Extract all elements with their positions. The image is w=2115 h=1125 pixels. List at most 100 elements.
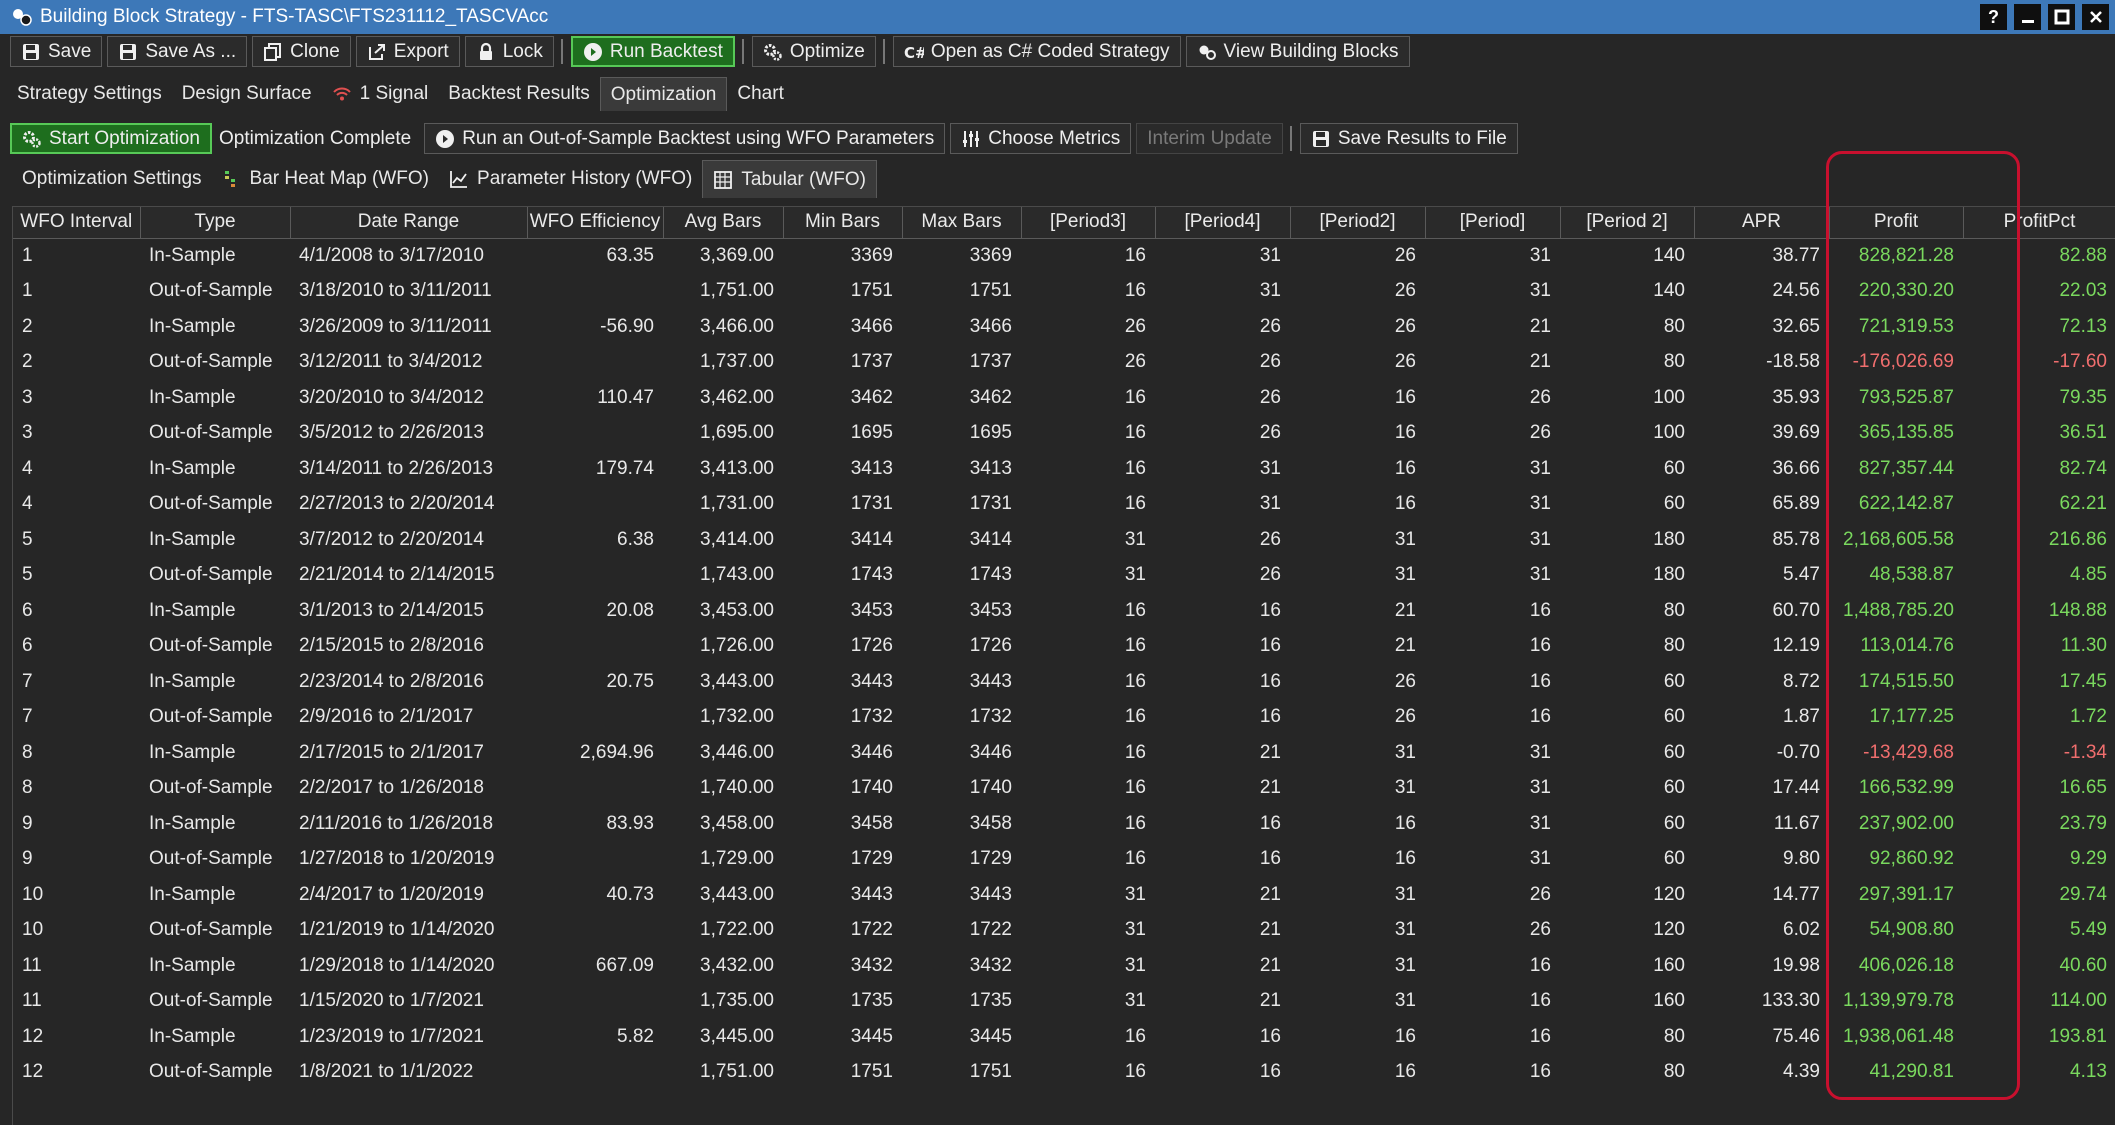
- cell-apr: 4.39: [1783, 1061, 1820, 1083]
- column-header-period3[interactable]: [Period3]: [1021, 207, 1156, 239]
- tab-backtest-results[interactable]: Backtest Results: [438, 77, 600, 111]
- cell-avg-bars: 1,732.00: [700, 706, 774, 728]
- column-header-min-bars[interactable]: Min Bars: [783, 207, 903, 239]
- column-header-period[interactable]: [Period]: [1425, 207, 1561, 239]
- cell-profitpct: 79.35: [2059, 386, 2107, 408]
- tab-optimization[interactable]: Optimization: [599, 77, 728, 111]
- run-backtest-button[interactable]: Run Backtest: [570, 36, 735, 67]
- table-row[interactable]: 4 Out-of-Sample 2/27/2013 to 2/20/2014 1,73…: [13, 487, 2115, 523]
- help-button[interactable]: ?: [1980, 4, 2007, 30]
- table-row[interactable]: 6 Out-of-Sample 2/15/2015 to 2/8/2016 1,726…: [13, 629, 2115, 665]
- tab-optimization-settings[interactable]: Optimization Settings: [12, 160, 212, 198]
- table-row[interactable]: 4 In-Sample 3/14/2011 to 2/26/2013 179.74 3,…: [13, 451, 2115, 487]
- choose-metrics-button[interactable]: Choose Metrics: [950, 123, 1132, 154]
- cell-period3: 16: [1124, 280, 1146, 302]
- column-header-profitpct[interactable]: ProfitPct: [1963, 207, 2115, 239]
- cell-wfo-efficiency: [527, 274, 663, 310]
- column-header-period-2[interactable]: [Period 2]: [1560, 207, 1695, 239]
- column-header-wfo-interval[interactable]: WFO Interval: [13, 207, 141, 239]
- table-row[interactable]: 5 In-Sample 3/7/2012 to 2/20/2014 6.38 3,414…: [13, 522, 2115, 558]
- save-button[interactable]: Save: [10, 36, 103, 67]
- table-row[interactable]: 3 Out-of-Sample 3/5/2012 to 2/26/2013 1,695…: [13, 416, 2115, 452]
- tab-strategy-settings[interactable]: Strategy Settings: [7, 77, 172, 111]
- cell-type: In-Sample: [149, 386, 236, 408]
- tab-parameter-history[interactable]: Parameter History (WFO): [439, 160, 702, 198]
- table-row[interactable]: 12 In-Sample 1/23/2019 to 1/7/2021 5.82 3,44…: [13, 1019, 2115, 1055]
- view-building-blocks-button[interactable]: View Building Blocks: [1185, 36, 1410, 67]
- column-header-period2[interactable]: [Period2]: [1290, 207, 1426, 239]
- table-row[interactable]: 1 Out-of-Sample 3/18/2010 to 3/11/2011 1,75…: [13, 274, 2115, 310]
- column-header-avg-bars[interactable]: Avg Bars: [663, 207, 784, 239]
- cell-wfo-efficiency: 5.82: [617, 1025, 654, 1047]
- table-row[interactable]: 9 Out-of-Sample 1/27/2018 to 1/20/2019 1,72…: [13, 842, 2115, 878]
- table-row[interactable]: 11 In-Sample 1/29/2018 to 1/14/2020 667.09 3…: [13, 948, 2115, 984]
- wfo-results-grid[interactable]: WFO Interval Type Date Range WFO Efficiency…: [12, 206, 2115, 1125]
- column-header-wfo-efficiency[interactable]: WFO Efficiency: [527, 207, 664, 239]
- column-header-max-bars[interactable]: Max Bars: [902, 207, 1022, 239]
- cell-period4: 16: [1259, 812, 1281, 834]
- tab-bar-heat-map[interactable]: Bar Heat Map (WFO): [212, 160, 439, 198]
- tab-design-surface[interactable]: Design Surface: [172, 77, 322, 111]
- maximize-button[interactable]: [2048, 4, 2075, 30]
- cell-type: In-Sample: [149, 528, 236, 550]
- table-row[interactable]: 11 Out-of-Sample 1/15/2020 to 1/7/2021 1,73…: [13, 984, 2115, 1020]
- table-row[interactable]: 9 In-Sample 2/11/2016 to 1/26/2018 83.93 3,4…: [13, 806, 2115, 842]
- tab-label: Strategy Settings: [17, 83, 162, 104]
- cell-type: Out-of-Sample: [149, 493, 273, 515]
- cell-max-bars: 3446: [969, 741, 1012, 763]
- table-row[interactable]: 7 Out-of-Sample 2/9/2016 to 2/1/2017 1,732.…: [13, 700, 2115, 736]
- cell-profit: 793,525.87: [1858, 386, 1954, 408]
- column-header-profit[interactable]: Profit: [1829, 207, 1964, 239]
- close-button[interactable]: [2082, 4, 2109, 30]
- cell-period4: 16: [1259, 635, 1281, 657]
- table-row[interactable]: 10 Out-of-Sample 1/21/2019 to 1/14/2020 1,7…: [13, 913, 2115, 949]
- cell-period-2: 80: [1663, 635, 1685, 657]
- cell-wfo-interval: 9: [22, 812, 33, 834]
- cell-profit: 48,538.87: [1869, 564, 1954, 586]
- clone-button[interactable]: Clone: [252, 36, 351, 67]
- lock-button[interactable]: Lock: [464, 36, 554, 67]
- oos-backtest-button[interactable]: Run an Out-of-Sample Backtest using WFO …: [424, 123, 946, 154]
- cell-max-bars: 1743: [969, 564, 1012, 586]
- table-row[interactable]: 6 In-Sample 3/1/2013 to 2/14/2015 20.08 3,45…: [13, 593, 2115, 629]
- cell-max-bars: 3462: [969, 386, 1012, 408]
- optimize-button[interactable]: Optimize: [751, 36, 876, 67]
- table-row[interactable]: 5 Out-of-Sample 2/21/2014 to 2/14/2015 1,74…: [13, 558, 2115, 594]
- table-row[interactable]: 8 Out-of-Sample 2/2/2017 to 1/26/2018 1,740…: [13, 771, 2115, 807]
- save-as-button[interactable]: Save As ...: [107, 36, 248, 67]
- table-row[interactable]: 2 Out-of-Sample 3/12/2011 to 3/4/2012 1,737…: [13, 345, 2115, 381]
- save-as-label: Save As ...: [145, 40, 237, 62]
- cell-period2: 26: [1394, 351, 1416, 373]
- save-results-button[interactable]: Save Results to File: [1299, 123, 1518, 154]
- lock-label: Lock: [502, 40, 543, 62]
- cell-date-range: 2/21/2014 to 2/14/2015: [299, 564, 495, 586]
- export-button[interactable]: Export: [355, 36, 460, 67]
- cell-date-range: 3/26/2009 to 3/11/2011: [299, 315, 492, 337]
- cell-period2: 31: [1394, 883, 1416, 905]
- cell-period-2: 80: [1663, 599, 1685, 621]
- column-header-type[interactable]: Type: [140, 207, 291, 239]
- start-optimization-button[interactable]: Start Optimization: [10, 123, 212, 154]
- column-header-apr[interactable]: APR: [1694, 207, 1830, 239]
- column-header-date-range[interactable]: Date Range: [290, 207, 528, 239]
- cell-type: Out-of-Sample: [149, 280, 273, 302]
- table-row[interactable]: 12 Out-of-Sample 1/8/2021 to 1/1/2022 1,751…: [13, 1055, 2115, 1091]
- tab-chart[interactable]: Chart: [727, 77, 793, 111]
- line-chart-icon: [449, 169, 469, 189]
- open-csharp-button[interactable]: C# Open as C# Coded Strategy: [892, 36, 1181, 67]
- table-row[interactable]: 2 In-Sample 3/26/2009 to 3/11/2011 -56.90 3,…: [13, 309, 2115, 345]
- table-row[interactable]: 10 In-Sample 2/4/2017 to 1/20/2019 40.73 3,4…: [13, 877, 2115, 913]
- interim-update-button[interactable]: Interim Update: [1136, 123, 1283, 154]
- cell-avg-bars: 3,443.00: [700, 883, 774, 905]
- cell-period2: 26: [1394, 280, 1416, 302]
- minimize-button[interactable]: [2014, 4, 2041, 30]
- table-row[interactable]: 8 In-Sample 2/17/2015 to 2/1/2017 2,694.96 3…: [13, 735, 2115, 771]
- cell-period4: 26: [1259, 386, 1281, 408]
- gears-icon: [763, 42, 783, 62]
- column-header-period4[interactable]: [Period4]: [1155, 207, 1291, 239]
- tab-tabular-wfo[interactable]: Tabular (WFO): [702, 160, 877, 198]
- table-row[interactable]: 3 In-Sample 3/20/2010 to 3/4/2012 110.47 3,4…: [13, 380, 2115, 416]
- table-row[interactable]: 1 In-Sample 4/1/2008 to 3/17/2010 63.35 3,36…: [13, 238, 2115, 274]
- tab-signals[interactable]: 1 Signal: [322, 77, 439, 111]
- table-row[interactable]: 7 In-Sample 2/23/2014 to 2/8/2016 20.75 3,44…: [13, 664, 2115, 700]
